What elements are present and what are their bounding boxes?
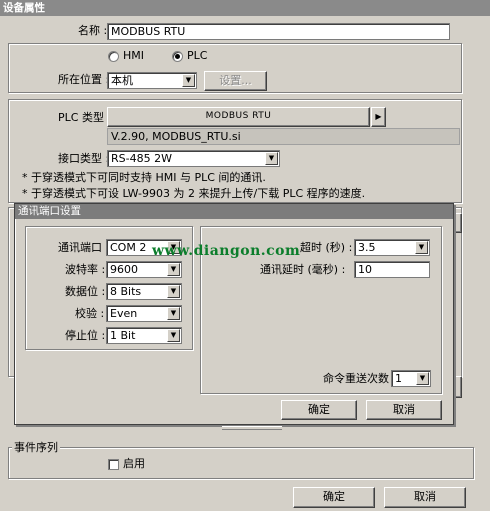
location-value: 本机 bbox=[111, 74, 133, 87]
hidden-button-edge bbox=[454, 213, 462, 233]
chevron-right-icon[interactable]: ▶ bbox=[371, 107, 386, 127]
databits-label: 数据位 : bbox=[65, 285, 106, 298]
name-input[interactable]: MODBUS RTU bbox=[107, 23, 450, 40]
chevron-down-icon: ▼ bbox=[167, 263, 180, 276]
chevron-down-icon: ▼ bbox=[167, 285, 180, 298]
chevron-down-icon: ▼ bbox=[415, 241, 428, 254]
stopbits-value: 1 Bit bbox=[110, 329, 136, 342]
comm-ok-button[interactable]: 确定 bbox=[281, 400, 357, 420]
plc-radio[interactable] bbox=[172, 51, 183, 62]
interface-select[interactable]: RS-485 2W ▼ bbox=[107, 150, 280, 167]
baud-label: 波特率 : bbox=[65, 263, 106, 276]
parity-label: 校验 : bbox=[75, 307, 105, 320]
retry-label: 命令重送次数 : bbox=[323, 372, 397, 385]
stopbits-select[interactable]: 1 Bit ▼ bbox=[106, 327, 182, 344]
event-group-label: 事件序列 bbox=[12, 440, 60, 456]
note-2: * 于穿透模式下可设 LW-9903 为 2 来提升上传/下载 PLC 程序的速… bbox=[22, 187, 366, 200]
stopbits-label: 停止位 : bbox=[65, 329, 106, 342]
hmi-radio[interactable] bbox=[108, 51, 119, 62]
hidden-button-edge-2 bbox=[454, 376, 462, 398]
port-label: 通讯端口 : bbox=[58, 241, 110, 254]
chevron-down-icon: ▼ bbox=[167, 329, 180, 342]
window-title: 设备属性 bbox=[0, 0, 490, 16]
hmi-radio-label: HMI bbox=[123, 49, 145, 62]
enable-checkbox[interactable] bbox=[108, 459, 119, 470]
plc-type-button[interactable]: MODBUS RTU bbox=[107, 107, 370, 127]
comm-cancel-button[interactable]: 取消 bbox=[366, 400, 442, 420]
delay-input[interactable]: 10 bbox=[354, 261, 430, 278]
chevron-down-icon: ▼ bbox=[182, 74, 195, 87]
interface-value: RS-485 2W bbox=[111, 152, 172, 165]
chevron-down-icon: ▼ bbox=[265, 152, 278, 165]
timeout-label: 超时 (秒) : bbox=[300, 241, 353, 254]
timeout-value: 3.5 bbox=[358, 241, 376, 254]
delay-label: 通讯延时 (毫秒) : bbox=[260, 263, 346, 276]
plc-version: V.2.90, MODBUS_RTU.si bbox=[107, 128, 460, 145]
event-group bbox=[8, 447, 474, 479]
retry-value: 1 bbox=[395, 372, 402, 385]
chevron-down-icon: ▼ bbox=[416, 372, 429, 385]
interface-label: 接口类型 : bbox=[58, 152, 110, 165]
parity-value: Even bbox=[110, 307, 138, 320]
watermark-text: www.diangon.com bbox=[152, 243, 301, 259]
note-1: * 于穿透模式下可同时支持 HMI 与 PLC 间的通讯. bbox=[22, 171, 266, 184]
port-value: COM 2 bbox=[110, 241, 147, 254]
baud-select[interactable]: 9600 ▼ bbox=[106, 261, 182, 278]
databits-value: 8 Bits bbox=[110, 285, 142, 298]
parity-select[interactable]: Even ▼ bbox=[106, 305, 182, 322]
settings-button[interactable]: 设置... bbox=[204, 71, 267, 91]
plc-type-label: PLC 类型 : bbox=[58, 111, 112, 124]
ok-button[interactable]: 确定 bbox=[293, 487, 375, 508]
enable-label: 启用 bbox=[123, 457, 145, 470]
baud-value: 9600 bbox=[110, 263, 138, 276]
plc-radio-label: PLC bbox=[187, 49, 208, 62]
location-label: 所在位置 : bbox=[58, 73, 110, 86]
cancel-button[interactable]: 取消 bbox=[384, 487, 466, 508]
hidden-separator bbox=[222, 426, 282, 430]
retry-select[interactable]: 1 ▼ bbox=[391, 370, 431, 387]
chevron-down-icon: ▼ bbox=[167, 307, 180, 320]
databits-select[interactable]: 8 Bits ▼ bbox=[106, 283, 182, 300]
comm-dialog-title: 通讯端口设置 bbox=[15, 204, 453, 219]
name-label: 名称 : bbox=[78, 24, 108, 37]
location-select[interactable]: 本机 ▼ bbox=[107, 72, 197, 89]
timeout-select[interactable]: 3.5 ▼ bbox=[354, 239, 430, 256]
